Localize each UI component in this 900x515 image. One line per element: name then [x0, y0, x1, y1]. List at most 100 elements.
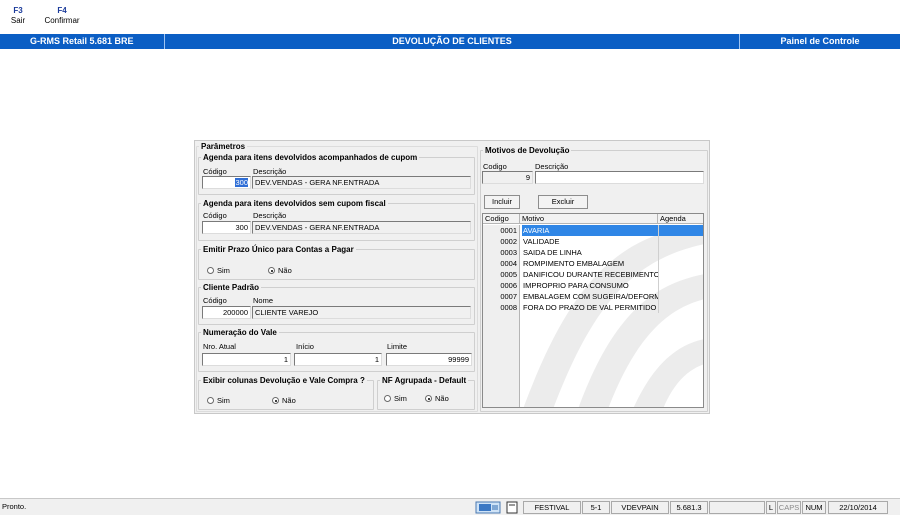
status-caps: CAPS [777, 501, 801, 514]
empty-row [483, 401, 703, 407]
f3-exit-button[interactable]: F3 Sair [8, 6, 28, 26]
app-name: G-RMS Retail 5.681 BRE [30, 36, 134, 46]
row-motivo: ROMPIMENTO EMBALAGEM [523, 259, 625, 268]
empty-row-indicator [483, 313, 520, 324]
agenda-sem-cupom-descricao-label: Descrição [253, 211, 287, 220]
excluir-button[interactable]: Excluir [538, 195, 588, 209]
agenda-cupom-title: Agenda para itens devolvidos acompanhado… [203, 153, 418, 162]
prazo-unico-nao-radio[interactable]: Não [268, 266, 292, 275]
f3-action-label: Sair [10, 16, 26, 25]
prazo-unico-title: Emitir Prazo Único para Contas a Pagar [203, 245, 354, 254]
agenda-sem-cupom-title: Agenda para itens devolvidos sem cupom f… [203, 199, 386, 208]
agenda-sem-cupom-codigo-label: Código [203, 211, 227, 220]
table-row[interactable]: 0007 EMBALAGEM COM SUGEIRA/DEFORM [483, 291, 703, 302]
row-agenda [658, 236, 703, 247]
grid-header: Codigo Motivo Agenda [483, 214, 703, 224]
row-agenda [658, 291, 703, 302]
vale-inicio-label: Início [296, 342, 314, 351]
prazo-unico-nao-label: Não [278, 266, 292, 275]
col-agenda-header[interactable]: Agenda [658, 214, 703, 224]
agenda-cupom-codigo-label: Código [203, 167, 227, 176]
row-motivo: EMBALAGEM COM SUGEIRA/DEFORM [523, 292, 658, 301]
status-version: 5.681.3 [670, 501, 708, 514]
f4-action-label: Confirmar [44, 16, 80, 25]
prazo-unico-sim-radio[interactable]: Sim [207, 266, 230, 275]
nf-agrupada-group: NF Agrupada - Default [377, 376, 475, 410]
vale-limite-field[interactable]: 99999 [386, 353, 472, 366]
row-codigo: 0005 [483, 269, 520, 280]
table-row[interactable]: 0003 SAIDA DE LINHA [483, 247, 703, 258]
motivo-codigo-field: 9 [482, 171, 533, 184]
col-codigo-header[interactable]: Codigo [483, 214, 520, 224]
f4-key-label: F4 [57, 6, 67, 15]
col-motivo-header[interactable]: Motivo [520, 214, 658, 224]
row-motivo: VALIDADE [523, 237, 560, 246]
empty-row-indicator [483, 401, 520, 407]
empty-row [483, 390, 703, 401]
agenda-cupom-codigo-value: 300 [235, 178, 248, 187]
vale-atual-field[interactable]: 1 [202, 353, 291, 366]
control-panel-title: Painel de Controle [780, 36, 860, 46]
agenda-sem-cupom-descricao-field: DEV.VENDAS - GERA NF.ENTRADA [252, 221, 471, 234]
table-row[interactable]: 0005 DANIFICOU DURANTE RECEBIMENTO [483, 269, 703, 280]
status-store: FESTIVAL [523, 501, 581, 514]
cliente-nome-field: CLIENTE VAREJO [252, 306, 471, 319]
vale-atual-label: Nro. Atual [203, 342, 236, 351]
agenda-sem-cupom-codigo-field[interactable]: 300 [202, 221, 251, 234]
f3-key-label: F3 [13, 6, 23, 15]
row-agenda [658, 269, 703, 280]
motivos-grid[interactable]: Codigo Motivo Agenda 0001 AVARIA 0002 VALID… [482, 213, 704, 408]
prazo-unico-group: Emitir Prazo Único para Contas a Pagar [198, 245, 475, 280]
status-num: NUM [802, 501, 826, 514]
nf-agrupada-sim-label: Sim [394, 394, 407, 403]
row-codigo: 0002 [483, 236, 520, 247]
exibir-colunas-nao-label: Não [282, 396, 296, 405]
vale-limite-label: Limite [387, 342, 408, 351]
nf-agrupada-sim-radio[interactable]: Sim [384, 394, 407, 403]
status-version-short: 5-1 [582, 501, 610, 514]
prazo-unico-sim-label: Sim [217, 266, 230, 275]
exibir-colunas-sim-label: Sim [217, 396, 230, 405]
parameters-title: Parâmetros [201, 142, 246, 151]
incluir-button[interactable]: Incluir [484, 195, 520, 209]
row-motivo: FORA DO PRAZO DE VAL PERMITIDO [523, 303, 657, 312]
row-motivo: DANIFICOU DURANTE RECEBIMENTO [523, 270, 658, 279]
radio-off-icon [207, 267, 214, 274]
nf-agrupada-title: NF Agrupada - Default [382, 376, 467, 385]
table-row[interactable]: 0006 IMPROPRIO PARA CONSUMO [483, 280, 703, 291]
empty-row [483, 346, 703, 357]
row-codigo: 0006 [483, 280, 520, 291]
row-codigo: 0001 [483, 225, 520, 236]
document-icon [506, 501, 518, 514]
table-row[interactable]: 0001 AVARIA [483, 225, 703, 236]
radio-on-icon [272, 397, 279, 404]
cliente-padrao-title: Cliente Padrão [203, 283, 260, 292]
exibir-colunas-nao-radio[interactable]: Não [272, 396, 296, 405]
row-motivo: SAIDA DE LINHA [523, 248, 582, 257]
vale-inicio-field[interactable]: 1 [294, 353, 382, 366]
nf-agrupada-nao-label: Não [435, 394, 449, 403]
row-codigo: 0004 [483, 258, 520, 269]
agenda-cupom-codigo-field[interactable]: 300 [202, 176, 251, 189]
status-bar: Pronto. FESTIVAL 5-1 VDEVPAIN 5.681.3 L … [0, 498, 900, 515]
row-agenda [658, 258, 703, 269]
radio-off-icon [207, 397, 214, 404]
empty-row [483, 368, 703, 379]
radio-on-icon [425, 395, 432, 402]
cliente-codigo-label: Código [203, 296, 227, 305]
table-row[interactable]: 0008 FORA DO PRAZO DE VAL PERMITIDO [483, 302, 703, 313]
exibir-colunas-sim-radio[interactable]: Sim [207, 396, 230, 405]
motivo-descricao-label: Descrição [535, 162, 569, 171]
cliente-nome-label: Nome [253, 296, 274, 305]
exibir-colunas-title: Exibir colunas Devolução e Vale Compra ? [203, 376, 365, 385]
nf-agrupada-nao-radio[interactable]: Não [425, 394, 449, 403]
motivo-descricao-field[interactable] [535, 171, 704, 184]
status-program: VDEVPAIN [611, 501, 669, 514]
table-row[interactable]: 0002 VALIDADE [483, 236, 703, 247]
f4-confirm-button[interactable]: F4 Confirmar [42, 6, 82, 26]
table-row[interactable]: 0004 ROMPIMENTO EMBALAGEM [483, 258, 703, 269]
row-agenda [658, 302, 703, 313]
cliente-codigo-field[interactable]: 200000 [202, 306, 251, 319]
agenda-sem-cupom-group: Agenda para itens devolvidos sem cupom f… [198, 199, 475, 241]
empty-row-indicator [483, 346, 520, 357]
